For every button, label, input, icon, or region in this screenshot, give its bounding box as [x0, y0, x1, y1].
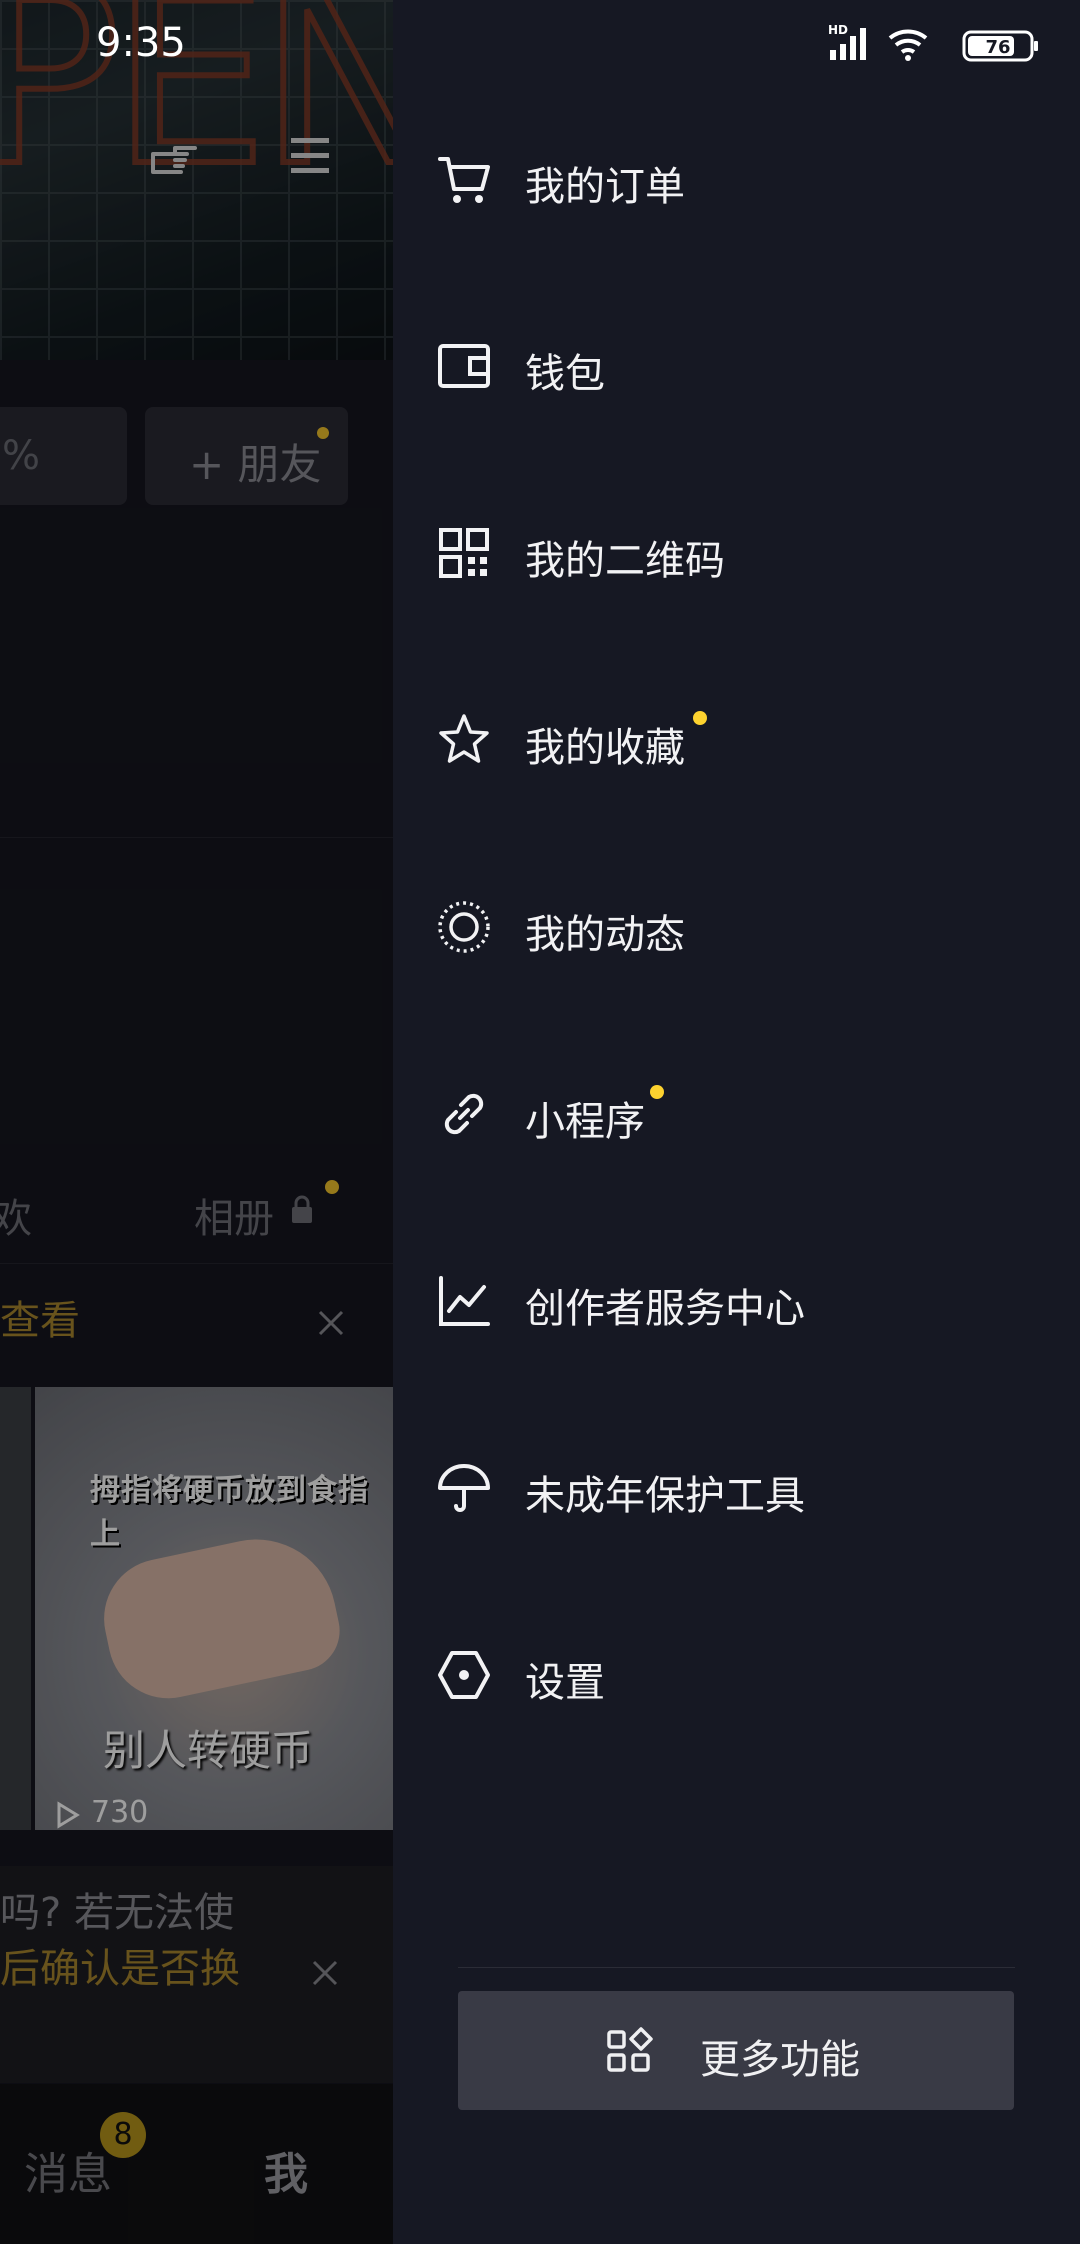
status-icons: HD 76	[828, 23, 1038, 62]
hd-label: HD	[828, 23, 848, 37]
menu-item-label: 小程序	[525, 1099, 645, 1145]
menu-item-label: 我的二维码	[525, 538, 725, 584]
side-drawer: 我的订单 钱包 我的二维码 我的收藏 我的动态 小程序 创作者服务中心 未成年保…	[393, 0, 1080, 2244]
menu-item-minor-protection[interactable]: 未成年保护工具	[393, 1423, 1080, 1553]
more-features-label: 更多功能	[700, 2037, 860, 2083]
battery-icon: 76	[962, 30, 1038, 62]
menu-item-favorites[interactable]: 我的收藏	[393, 675, 1080, 805]
moments-icon	[438, 901, 490, 953]
background-profile-page: PEN % + 朋友 欢 相册 查看 拇指将硬币放到食指上 别人转硬币 730 …	[0, 0, 393, 2244]
menu-item-label: 钱包	[525, 351, 605, 397]
menu-item-label: 未成年保护工具	[525, 1473, 805, 1519]
menu-item-label: 我的订单	[525, 164, 685, 210]
new-dot	[693, 711, 707, 725]
qr-code-icon	[439, 528, 489, 578]
menu-item-qr-code[interactable]: 我的二维码	[393, 488, 1080, 618]
menu-item-label: 设置	[525, 1660, 605, 1706]
battery-level: 76	[985, 37, 1010, 58]
menu-item-settings[interactable]: 设置	[393, 1610, 1080, 1740]
star-icon	[439, 714, 489, 763]
apps-icon	[607, 2027, 653, 2072]
settings-icon	[438, 1651, 490, 1699]
umbrella-icon	[438, 1464, 490, 1512]
menu-item-label: 我的动态	[525, 912, 685, 958]
status-time: 9:35	[96, 20, 186, 66]
link-icon	[444, 1093, 484, 1135]
wifi-icon	[888, 29, 928, 61]
menu-item-creator-center[interactable]: 创作者服务中心	[393, 1236, 1080, 1366]
new-dot	[650, 1085, 664, 1099]
menu-item-orders[interactable]: 我的订单	[393, 114, 1080, 244]
menu-item-wallet[interactable]: 钱包	[393, 301, 1080, 431]
chart-icon	[439, 1276, 490, 1326]
menu-item-label: 创作者服务中心	[525, 1286, 805, 1332]
wallet-icon	[438, 344, 490, 388]
menu-item-mini-programs[interactable]: 小程序	[393, 1049, 1080, 1179]
menu-item-moments[interactable]: 我的动态	[393, 862, 1080, 992]
drawer-overlay[interactable]	[0, 0, 393, 2244]
cart-icon	[438, 157, 490, 203]
divider	[458, 1967, 1015, 1968]
menu-item-label: 我的收藏	[525, 725, 685, 771]
more-features-button[interactable]: 更多功能	[458, 1991, 1014, 2110]
